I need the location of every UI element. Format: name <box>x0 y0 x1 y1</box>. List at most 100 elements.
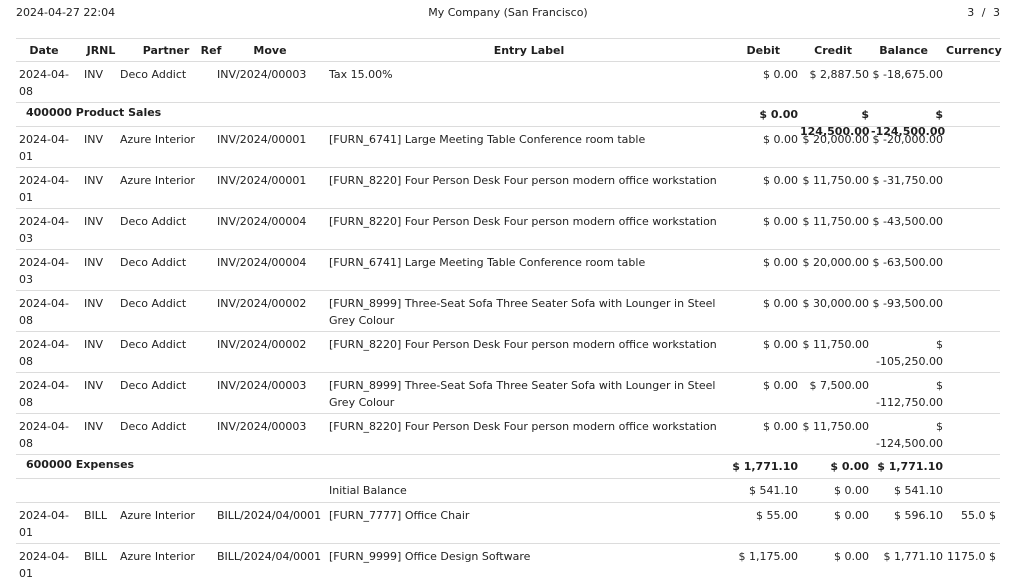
cell-debit: $ 55.00 <box>756 509 798 522</box>
company-name: My Company (San Francisco) <box>428 6 588 19</box>
table-row: 2024-04-03 INV Deco Addict INV/2024/0000… <box>16 208 1000 249</box>
cell-entry-label: [FURN_7777] Office Chair <box>329 509 470 522</box>
cell-balance: $ -93,500.00 <box>872 297 943 310</box>
cell-credit: $ 0.00 <box>834 509 869 522</box>
col-header-balance: Balance <box>879 44 928 57</box>
table-row: 2024-04-08 INV Deco Addict INV/2024/0000… <box>16 61 1000 102</box>
cell-date: 2024-04-08 <box>19 420 69 450</box>
cell-jrnl: BILL <box>84 509 108 522</box>
cell-partner: Azure Interior <box>120 133 195 146</box>
table-row: 2024-04-08 INV Deco Addict INV/2024/0000… <box>16 413 1000 454</box>
col-header-debit: Debit <box>746 44 781 57</box>
cell-partner: Deco Addict <box>120 215 187 228</box>
cell-partner: Deco Addict <box>120 256 187 269</box>
cell-credit: $ 11,750.00 <box>802 215 869 228</box>
cell-balance: $ 596.10 <box>894 509 943 522</box>
cell-move: INV/2024/00001 <box>217 133 307 146</box>
cell-move: BILL/2024/04/0001 <box>217 509 322 522</box>
table-row: 2024-04-03 INV Deco Addict INV/2024/0000… <box>16 249 1000 290</box>
cell-partner: Azure Interior <box>120 174 195 187</box>
cell-move: INV/2024/00003 <box>217 68 307 81</box>
table-row: 2024-04-08 INV Deco Addict INV/2024/0000… <box>16 331 1000 372</box>
cell-move: INV/2024/00001 <box>217 174 307 187</box>
cell-credit: $ 20,000.00 <box>802 133 869 146</box>
cell-date: 2024-04-01 <box>19 174 69 204</box>
group-debit: $ 0.00 <box>759 108 798 121</box>
cell-partner: Azure Interior <box>120 550 195 563</box>
cell-debit: $ 0.00 <box>763 256 798 269</box>
cell-credit: $ 2,887.50 <box>809 68 869 81</box>
cell-credit: $ 7,500.00 <box>809 379 869 392</box>
cell-credit: $ 20,000.00 <box>802 256 869 269</box>
cell-move: INV/2024/00003 <box>217 420 307 433</box>
cell-jrnl: INV <box>84 174 103 187</box>
col-header-currency: Currency <box>946 44 1002 57</box>
table-row: 2024-04-01 BILL Azure Interior BILL/2024… <box>16 502 1000 543</box>
cell-entry-label: Tax 15.00% <box>329 68 393 81</box>
col-header-date: Date <box>29 44 59 57</box>
table-row: 2024-04-08 INV Deco Addict INV/2024/0000… <box>16 372 1000 413</box>
cell-credit: $ 11,750.00 <box>802 338 869 351</box>
cell-debit: $ 1,175.00 <box>738 550 798 563</box>
cell-balance: $ -63,500.00 <box>872 256 943 269</box>
cell-jrnl: INV <box>84 133 103 146</box>
cell-partner: Deco Addict <box>120 420 187 433</box>
col-header-move: Move <box>253 44 287 57</box>
cell-credit: $ 11,750.00 <box>802 174 869 187</box>
cell-date: 2024-04-03 <box>19 256 69 286</box>
cell-date: 2024-04-08 <box>19 297 69 327</box>
cell-date: 2024-04-01 <box>19 133 69 163</box>
group-row: 400000 Product Sales $ 0.00 $ 124,500.00… <box>16 102 1000 138</box>
cell-jrnl: INV <box>84 379 103 392</box>
cell-balance: $ -112,750.00 <box>876 379 943 409</box>
table-row: 2024-04-01 INV Azure Interior INV/2024/0… <box>16 167 1000 208</box>
report-header: 2024-04-27 22:04 My Company (San Francis… <box>16 6 1000 20</box>
cell-date: 2024-04-08 <box>19 338 69 368</box>
cell-entry-label: [FURN_8220] Four Person Desk Four person… <box>329 420 717 433</box>
cell-partner: Deco Addict <box>120 297 187 310</box>
cell-partner: Deco Addict <box>120 338 187 351</box>
col-header-credit: Credit <box>814 44 852 57</box>
cell-move: INV/2024/00004 <box>217 256 307 269</box>
cell-entry-label: [FURN_6741] Large Meeting Table Conferen… <box>329 256 646 269</box>
cell-entry-label: Initial Balance <box>329 484 407 497</box>
cell-credit: $ 0.00 <box>834 484 869 497</box>
cell-balance: $ 1,771.10 <box>883 550 943 563</box>
group-row: 600000 Expenses $ 1,771.10 $ 0.00 $ 1,77… <box>16 454 1000 478</box>
cell-debit: $ 0.00 <box>763 174 798 187</box>
cell-balance: $ -105,250.00 <box>876 338 943 368</box>
cell-debit: $ 0.00 <box>763 68 798 81</box>
cell-debit: $ 0.00 <box>763 338 798 351</box>
cell-debit: $ 0.00 <box>763 420 798 433</box>
cell-balance: $ -20,000.00 <box>872 133 943 146</box>
cell-credit: $ 11,750.00 <box>802 420 869 433</box>
cell-debit: $ 0.00 <box>763 297 798 310</box>
cell-move: INV/2024/00002 <box>217 297 307 310</box>
cell-partner: Deco Addict <box>120 379 187 392</box>
cell-entry-label: [FURN_8999] Three-Seat Sofa Three Seater… <box>329 379 716 409</box>
cell-currency: 55.0 $ <box>961 509 996 522</box>
cell-jrnl: INV <box>84 297 103 310</box>
cell-debit: $ 0.00 <box>763 133 798 146</box>
table-row: 2024-04-01 INV Azure Interior INV/2024/0… <box>16 126 1000 167</box>
initial-balance-row: Initial Balance $ 541.10 $ 0.00 $ 541.10 <box>16 478 1000 502</box>
page-counter: 3 / 3 <box>967 6 1000 19</box>
cell-move: BILL/2024/04/0001 <box>217 550 322 563</box>
group-debit: $ 1,771.10 <box>732 460 798 473</box>
col-header-jrnl: JRNL <box>86 44 116 57</box>
table-row: 2024-04-01 BILL Azure Interior BILL/2024… <box>16 543 1000 584</box>
cell-credit: $ 30,000.00 <box>802 297 869 310</box>
cell-date: 2024-04-08 <box>19 68 69 98</box>
cell-jrnl: BILL <box>84 550 108 563</box>
cell-entry-label: [FURN_8220] Four Person Desk Four person… <box>329 338 717 351</box>
cell-debit: $ 541.10 <box>749 484 798 497</box>
cell-balance: $ -43,500.00 <box>872 215 943 228</box>
cell-move: INV/2024/00003 <box>217 379 307 392</box>
cell-date: 2024-04-03 <box>19 215 69 245</box>
group-title: 600000 Expenses <box>26 458 135 471</box>
general-ledger-table: Date JRNL Partner Ref Move Entry Label D… <box>16 38 1002 584</box>
group-title: 400000 Product Sales <box>26 106 162 119</box>
cell-debit: $ 0.00 <box>763 215 798 228</box>
cell-date: 2024-04-08 <box>19 379 69 409</box>
cell-partner: Deco Addict <box>120 68 187 81</box>
